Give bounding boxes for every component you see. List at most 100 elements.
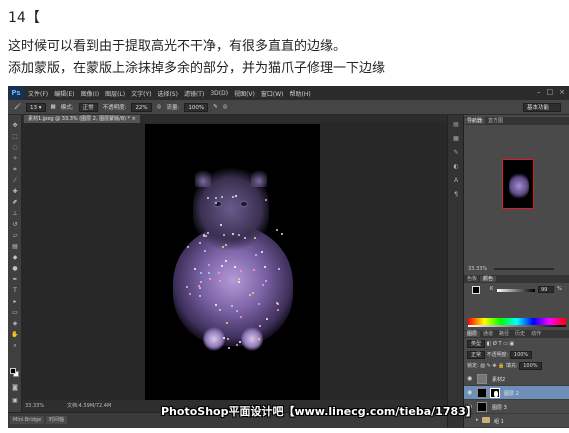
3d-tool-icon[interactable]: ◈ (11, 321, 19, 327)
layer-opacity-input[interactable]: 100% (509, 351, 533, 359)
paragraph-panel-icon[interactable]: ¶ (451, 191, 461, 199)
move-tool-icon[interactable]: ✥ (11, 123, 19, 129)
properties-panel-icon[interactable]: ▦ (451, 135, 461, 143)
visibility-eye-icon[interactable]: ◉ (467, 389, 472, 396)
tab-color[interactable]: 颜色 (480, 276, 497, 282)
brush-presets-icon[interactable]: ✎ (451, 149, 461, 157)
pen-tool-icon[interactable]: ✒ (11, 277, 19, 283)
zoom-tool-icon[interactable]: ⌕ (11, 343, 19, 349)
brush-panel-icon[interactable]: ▦ (51, 104, 56, 110)
pressure-opacity-icon[interactable]: ◎ (157, 104, 162, 110)
sparkle (257, 338, 260, 341)
tab-paths[interactable]: 路径 (496, 331, 512, 337)
close-icon[interactable]: × (559, 88, 565, 96)
grayscale-ramp[interactable] (468, 325, 566, 327)
lasso-tool-icon[interactable]: ◌ (11, 145, 19, 151)
foreground-color-swatch[interactable] (10, 368, 16, 374)
pressure-size-icon[interactable]: ◎ (223, 104, 228, 110)
opacity-input[interactable]: 22% (131, 102, 152, 112)
menu-select[interactable]: 选择(S) (157, 89, 178, 98)
brush-tool-icon[interactable]: 🖌 (14, 104, 21, 110)
color-foreground-swatch[interactable] (472, 286, 480, 294)
eyedropper-tool-icon[interactable]: ⁄ (11, 178, 19, 184)
eraser-tool-icon[interactable]: ▱ (11, 233, 19, 239)
layer-row-sucai2[interactable]: ◉ 素材2 (464, 372, 569, 386)
menu-file[interactable]: 文件(F) (28, 89, 48, 98)
sparkle (243, 236, 246, 239)
k-channel-slider[interactable] (497, 289, 535, 292)
screen-mode-icon[interactable]: ▣ (11, 398, 19, 404)
k-channel-input[interactable]: 99 (538, 286, 554, 293)
step-number: 14【 (8, 10, 40, 26)
menu-help[interactable]: 帮助(H) (290, 89, 311, 98)
layer-mask-thumbnail[interactable] (490, 388, 500, 398)
layer-row-layer3[interactable]: ◉ 图层 3 (464, 400, 569, 414)
clone-stamp-tool-icon[interactable]: ⊥ (11, 211, 19, 217)
path-select-tool-icon[interactable]: ▸ (11, 299, 19, 305)
timeline-tab[interactable]: 时间轴 (46, 416, 68, 424)
tab-history[interactable]: 历史 (512, 331, 528, 337)
tab-histogram[interactable]: 直方图 (485, 118, 506, 124)
flow-input[interactable]: 100% (184, 102, 209, 112)
character-panel-icon[interactable]: A (451, 177, 461, 185)
tab-actions[interactable]: 动作 (528, 331, 544, 337)
layer-row-group1[interactable]: ▸ 组 1 (464, 414, 569, 428)
quick-mask-icon[interactable]: ◙ (11, 385, 19, 391)
workspace-select[interactable]: 基本功能 (523, 103, 561, 112)
close-tab-icon[interactable]: × (132, 116, 136, 122)
menu-image[interactable]: 图像(I) (81, 89, 99, 98)
sparkle (276, 229, 279, 232)
cat-eye-right (241, 202, 247, 206)
tab-channels[interactable]: 通道 (480, 331, 496, 337)
canvas-area[interactable] (22, 123, 447, 401)
navigator-zoom-slider[interactable] (494, 268, 554, 270)
tab-swatches[interactable]: 色板 (464, 276, 480, 282)
blend-mode-select[interactable]: 正常 (467, 351, 486, 359)
color-spectrum-bar[interactable] (468, 318, 566, 325)
mode-select[interactable]: 正常 (78, 102, 98, 112)
filter-icons[interactable]: ◧ Ø T ▭ ▣ (487, 341, 515, 347)
blur-tool-icon[interactable]: ◆ (11, 255, 19, 261)
layer-row-layer2-selected[interactable]: ◉ 图层 2 (464, 386, 569, 400)
lock-icons[interactable]: ▧ ✎ ✥ 🔒 (480, 363, 506, 369)
tab-layers[interactable]: 图层 (464, 331, 481, 337)
history-brush-tool-icon[interactable]: ↺ (11, 222, 19, 228)
airbrush-icon[interactable]: ✎ (213, 104, 218, 110)
shape-tool-icon[interactable]: ▭ (11, 310, 19, 316)
sparkle (239, 270, 242, 273)
navigator-zoom[interactable]: 33.33% (468, 266, 487, 272)
document-canvas[interactable] (145, 124, 320, 401)
quick-select-tool-icon[interactable]: ✧ (11, 156, 19, 162)
document-tab[interactable]: 素材1.jpeg @ 33.3% (图层 2, 图层蒙版/8) * × (24, 115, 140, 123)
menu-window[interactable]: 窗口(W) (261, 89, 284, 98)
maximize-icon[interactable]: □ (547, 88, 554, 96)
fill-input[interactable]: 100% (519, 362, 542, 370)
healing-tool-icon[interactable]: ✚ (11, 189, 19, 195)
status-doc-size[interactable]: 文档:4.59M/72.4M (67, 400, 111, 412)
layer-filter-row: 类型 ◧ Ø T ▭ ▣ (467, 340, 514, 348)
visibility-eye-icon[interactable]: ◉ (467, 375, 472, 382)
menu-3d[interactable]: 3D(D) (210, 90, 228, 97)
type-tool-icon[interactable]: T (11, 288, 19, 294)
brush-tool-selected-icon[interactable]: ✐ (11, 200, 19, 206)
marquee-tool-icon[interactable]: ⬚ (11, 134, 19, 140)
menu-filter[interactable]: 滤镜(T) (184, 89, 204, 98)
minimize-icon[interactable]: – (537, 88, 541, 96)
status-zoom[interactable]: 33.33% (25, 400, 44, 412)
menu-view[interactable]: 视图(V) (234, 89, 255, 98)
dodge-tool-icon[interactable]: ● (11, 266, 19, 272)
adjustments-icon[interactable]: ◐ (451, 163, 461, 171)
layer-kind-select[interactable]: 类型 (467, 340, 486, 348)
menu-edit[interactable]: 编辑(E) (54, 89, 74, 98)
history-panel-icon[interactable]: ▤ (451, 121, 461, 129)
crop-tool-icon[interactable]: ⌗ (11, 167, 19, 173)
hand-tool-icon[interactable]: ✋ (11, 332, 19, 338)
navigator-thumbnail[interactable] (502, 159, 534, 209)
tab-navigator[interactable]: 导航器 (464, 118, 486, 124)
menu-layer[interactable]: 图层(L) (105, 89, 125, 98)
menu-type[interactable]: 文字(Y) (131, 89, 151, 98)
brush-size-picker[interactable]: 13 ▾ (25, 102, 46, 112)
sparkle (238, 340, 241, 343)
gradient-tool-icon[interactable]: ▤ (11, 244, 19, 250)
mini-bridge-tab[interactable]: Mini Bridge (10, 416, 45, 424)
